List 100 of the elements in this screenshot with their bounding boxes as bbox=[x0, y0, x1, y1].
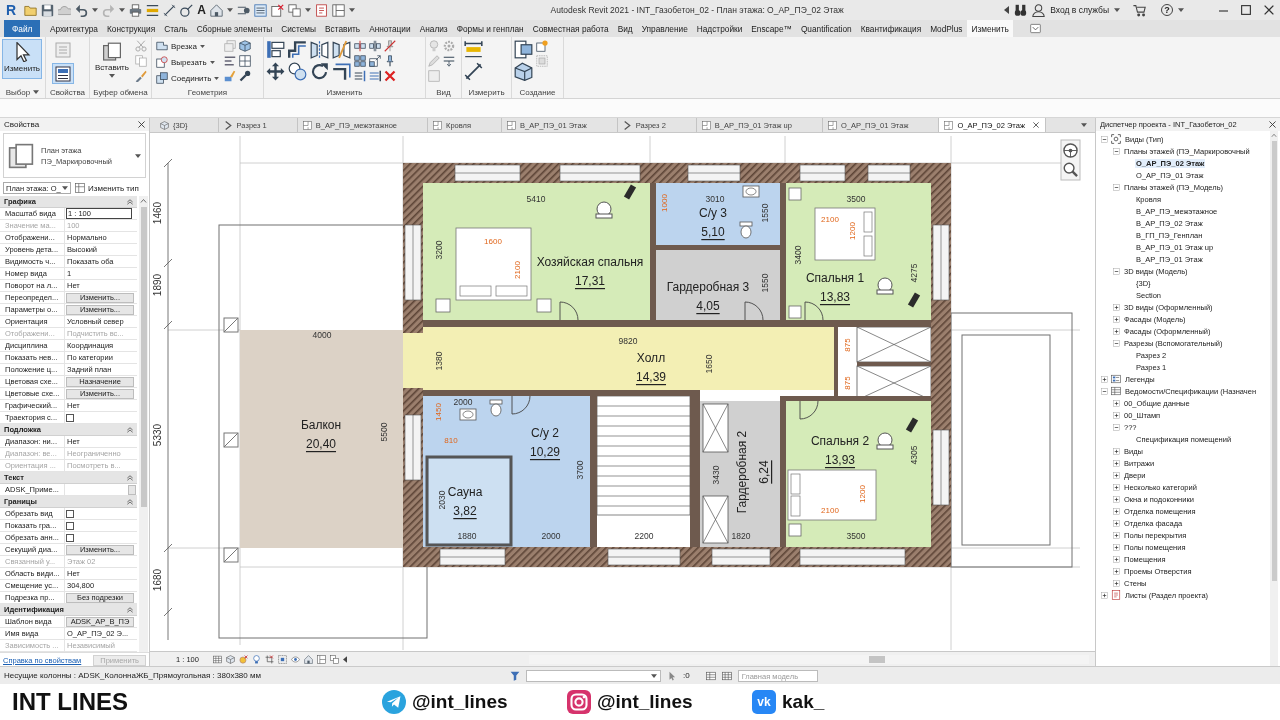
maximize-icon[interactable] bbox=[1241, 5, 1251, 15]
cursor-icon[interactable] bbox=[667, 670, 677, 681]
horizontal-lines-icon[interactable] bbox=[224, 55, 237, 67]
save-icon[interactable] bbox=[41, 3, 55, 17]
chevrons-up-icon[interactable] bbox=[127, 198, 133, 205]
chevrons-up-icon[interactable] bbox=[127, 606, 133, 613]
expand-toggle-icon[interactable] bbox=[1113, 459, 1120, 467]
crop-cross-icon[interactable] bbox=[264, 654, 274, 664]
grid-icon[interactable] bbox=[212, 654, 222, 664]
stepped-lines-icon[interactable] bbox=[288, 40, 307, 59]
ribbon-tab[interactable]: Архитектура bbox=[45, 20, 103, 37]
ribbon-tab[interactable]: Квантификация bbox=[856, 20, 926, 37]
collapse-toggle-icon[interactable] bbox=[1101, 135, 1108, 143]
lines-square-icon[interactable] bbox=[253, 3, 267, 17]
collapse-toggle-icon[interactable] bbox=[1113, 147, 1120, 155]
bar-after-lines-icon[interactable] bbox=[369, 70, 381, 82]
expand-toggle-icon[interactable] bbox=[1113, 471, 1120, 479]
quartered-square-icon[interactable] bbox=[239, 55, 252, 67]
app-logo[interactable]: R bbox=[6, 2, 17, 18]
caret-icon[interactable] bbox=[304, 8, 311, 12]
chevrons-up-icon[interactable] bbox=[127, 498, 133, 505]
crossed-pin-icon[interactable] bbox=[384, 40, 396, 52]
caret-icon[interactable] bbox=[33, 90, 40, 94]
collapse-toggle-icon[interactable] bbox=[1113, 423, 1120, 431]
binoculars-icon[interactable] bbox=[1014, 3, 1028, 17]
undo-icon[interactable] bbox=[75, 3, 89, 17]
caret-icon[interactable] bbox=[1178, 8, 1184, 12]
expand-toggle-icon[interactable] bbox=[1113, 543, 1120, 551]
close-icon[interactable] bbox=[138, 121, 145, 128]
four-arrows-icon[interactable] bbox=[266, 62, 285, 81]
corner-lines-icon[interactable] bbox=[332, 62, 351, 81]
collapse-toggle-icon[interactable] bbox=[1113, 339, 1120, 347]
expand-toggle-icon[interactable] bbox=[1113, 303, 1120, 311]
diagonal-dimension-icon[interactable] bbox=[163, 3, 177, 17]
scrollbar-thumb[interactable] bbox=[140, 207, 147, 507]
checkbox[interactable] bbox=[66, 413, 74, 422]
ribbon-tab[interactable]: Изменить bbox=[966, 20, 1014, 37]
scrollbar-track[interactable] bbox=[139, 196, 148, 652]
close-icon[interactable] bbox=[1264, 5, 1274, 15]
cube-icon[interactable] bbox=[239, 40, 252, 52]
checkbox[interactable] bbox=[66, 509, 74, 518]
sun-cross-icon[interactable] bbox=[238, 654, 248, 664]
ribbon-tab[interactable]: Совместная работа bbox=[528, 20, 614, 37]
instagram-icon[interactable] bbox=[567, 690, 591, 714]
expand-toggle-icon[interactable] bbox=[1101, 591, 1108, 599]
caret-icon[interactable] bbox=[226, 8, 233, 12]
close-icon[interactable] bbox=[1032, 122, 1039, 128]
circle-line-icon[interactable] bbox=[180, 3, 194, 17]
caret-left-icon[interactable] bbox=[1004, 6, 1010, 14]
user-icon[interactable] bbox=[1032, 3, 1046, 17]
ribbon-tab[interactable]: Анализ bbox=[415, 20, 453, 37]
close-icon[interactable] bbox=[1269, 121, 1276, 128]
expand-toggle-icon[interactable] bbox=[1113, 519, 1120, 527]
checkbox[interactable] bbox=[66, 521, 74, 530]
ribbon-tab[interactable]: Сталь bbox=[159, 20, 193, 37]
expand-toggle-icon[interactable] bbox=[1113, 531, 1120, 539]
ribbon-tab[interactable]: Формы и генплан bbox=[452, 20, 529, 37]
expand-toggle-icon[interactable] bbox=[1113, 507, 1120, 515]
expand-toggle-icon[interactable] bbox=[1113, 411, 1120, 419]
diagonal-measure-icon[interactable] bbox=[464, 62, 483, 81]
ribbon-tab[interactable]: Quantification bbox=[796, 20, 857, 37]
ribbon-tab[interactable]: Управление bbox=[637, 20, 693, 37]
chevrons-up-icon[interactable] bbox=[127, 474, 133, 481]
lines-to-bar-icon[interactable] bbox=[354, 70, 366, 82]
lines-arrow-icon[interactable] bbox=[443, 55, 455, 67]
scrollbar-track[interactable] bbox=[529, 654, 1089, 664]
ribbon-tab[interactable]: Аннотации bbox=[364, 20, 416, 37]
ribbon-tab[interactable]: Вставить bbox=[320, 20, 365, 37]
expand-toggle-icon[interactable] bbox=[1113, 567, 1120, 575]
overlapping-squares-icon[interactable] bbox=[287, 3, 301, 17]
text-tool-button[interactable]: A bbox=[197, 3, 206, 17]
magnifier-icon[interactable] bbox=[1064, 163, 1078, 177]
window-cross-icon[interactable] bbox=[270, 3, 284, 17]
expand-toggle-icon[interactable] bbox=[1113, 495, 1120, 503]
expand-toggle-icon[interactable] bbox=[1113, 399, 1120, 407]
chevrons-up-icon[interactable] bbox=[127, 426, 133, 433]
expand-toggle-icon[interactable] bbox=[1113, 579, 1120, 587]
gap-blocks-icon[interactable] bbox=[369, 40, 381, 52]
ribbon-tab[interactable]: Файл bbox=[4, 20, 41, 37]
grid-icon[interactable] bbox=[721, 670, 732, 681]
filter-icon[interactable] bbox=[510, 670, 520, 681]
ribbon-icon-button[interactable] bbox=[52, 63, 74, 84]
round-handle-icon[interactable] bbox=[239, 70, 252, 82]
minimize-icon[interactable] bbox=[1219, 9, 1228, 12]
dropdown-field[interactable] bbox=[526, 669, 661, 682]
collapse-toggle-icon[interactable] bbox=[1113, 183, 1120, 191]
ribbon-tab[interactable]: Конструкция bbox=[102, 20, 160, 37]
telegram-icon[interactable] bbox=[382, 690, 406, 714]
expand-toggle-icon[interactable] bbox=[1113, 327, 1120, 335]
social-handle[interactable]: @int_lines bbox=[412, 691, 508, 713]
ribbon-tab[interactable]: Вид bbox=[613, 20, 638, 37]
overlapping-circles-icon[interactable] bbox=[288, 62, 307, 81]
eye-icon[interactable] bbox=[290, 654, 300, 664]
resize-square-icon[interactable] bbox=[369, 55, 381, 67]
ribbon-button[interactable]: Вставить bbox=[92, 39, 132, 79]
social-handle[interactable]: @int_lines bbox=[597, 691, 693, 713]
bulb-icon[interactable] bbox=[251, 654, 261, 664]
document-icon[interactable] bbox=[314, 3, 328, 17]
box-icon[interactable] bbox=[514, 62, 533, 81]
caret-icon[interactable] bbox=[1114, 8, 1120, 12]
